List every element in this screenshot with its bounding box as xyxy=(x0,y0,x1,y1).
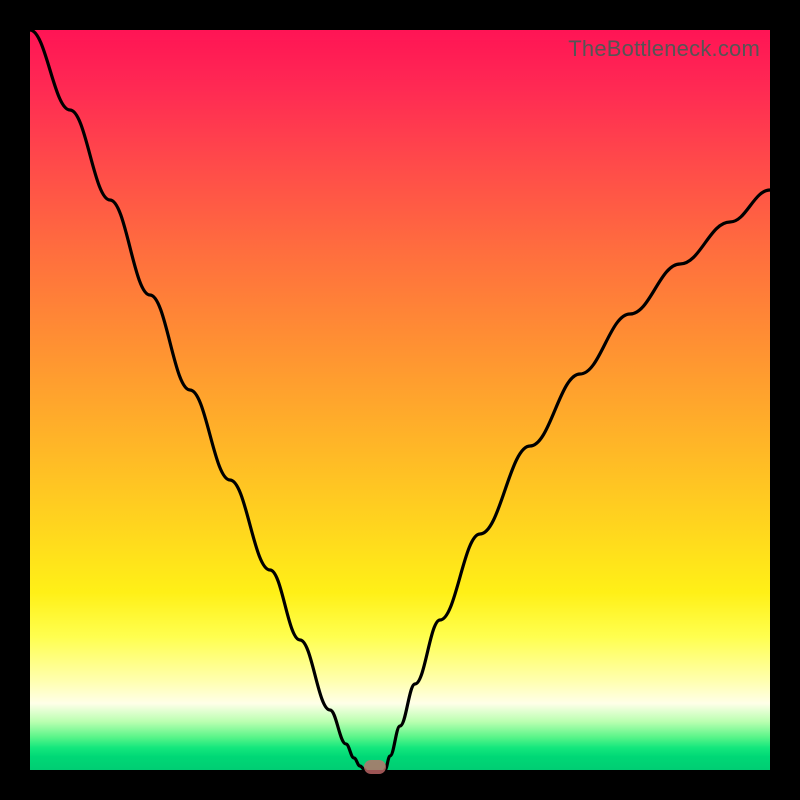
curve-right-branch xyxy=(385,190,770,770)
curve-left-branch xyxy=(30,30,365,770)
plot-area: TheBottleneck.com xyxy=(30,30,770,770)
bottleneck-marker xyxy=(364,760,386,774)
bottleneck-curve xyxy=(30,30,770,770)
